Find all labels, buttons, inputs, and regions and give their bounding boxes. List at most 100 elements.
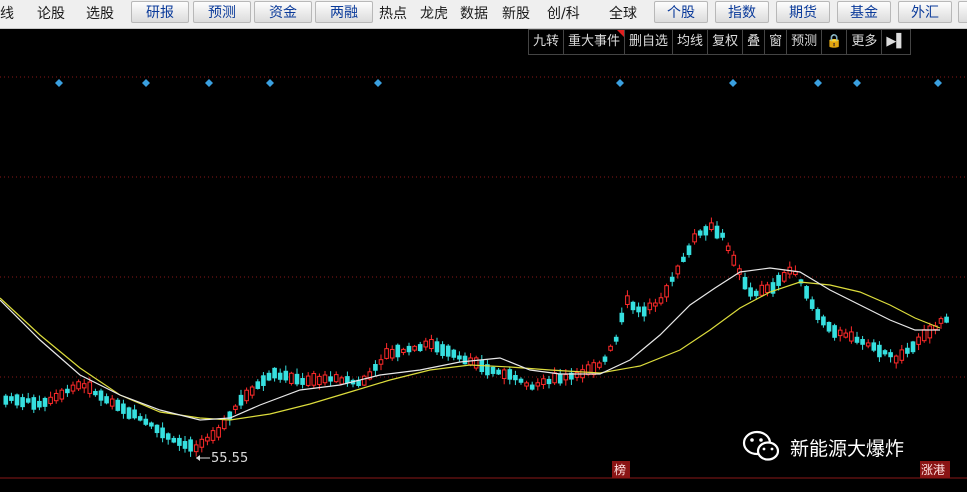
kline-chart[interactable]: 55.55 榜 涨港 — [0, 54, 967, 492]
toolbar-link-kline[interactable]: 线 — [0, 0, 14, 28]
candle — [373, 364, 378, 371]
toolbar-link-stock-picker[interactable]: 选股 — [86, 0, 114, 28]
candle — [42, 397, 48, 407]
toolbar-link-growth-star[interactable]: 创/科 — [547, 0, 580, 28]
lock-button[interactable]: 🔒 — [822, 30, 848, 54]
candle — [714, 225, 720, 239]
candle — [686, 245, 692, 256]
toolbar-link-dragon-tiger[interactable]: 龙虎 — [420, 0, 448, 28]
candle — [37, 400, 42, 408]
chart-tool-major-events[interactable]: 重大事件 — [564, 30, 626, 54]
candle — [317, 375, 322, 386]
lock-icon: 🔒 — [826, 34, 843, 49]
badge-zhanggang[interactable]: 涨港 — [920, 461, 950, 478]
candle — [457, 355, 462, 360]
candle — [597, 362, 602, 368]
event-diamond-icon[interactable] — [934, 79, 942, 87]
candle — [9, 396, 14, 401]
candle — [748, 287, 753, 297]
candle — [815, 309, 821, 320]
chart-tool-label: 叠 — [747, 34, 761, 49]
candle — [328, 376, 333, 382]
candle — [742, 276, 748, 290]
candle — [888, 352, 893, 358]
chart-tool-remove-watchlist[interactable]: 删自选 — [625, 30, 674, 54]
event-diamond-icon[interactable] — [729, 79, 737, 87]
event-diamond-icon[interactable] — [266, 79, 274, 87]
candle — [658, 297, 664, 304]
toolbar-button-margin[interactable]: 两融 — [315, 1, 373, 23]
event-diamond-icon[interactable] — [55, 79, 63, 87]
watermark-text: 新能源大爆炸 — [790, 439, 905, 460]
toolbar-button-futures[interactable]: 期货 — [776, 1, 830, 23]
collapse-panel-button[interactable]: ▶▌ — [882, 30, 912, 54]
candle — [289, 372, 294, 384]
toolbar-link-forum[interactable]: 论股 — [37, 0, 65, 28]
toolbar-button-stock[interactable]: 个股 — [654, 1, 708, 23]
candle — [563, 374, 569, 381]
candle — [70, 384, 76, 392]
active-marker-icon — [617, 30, 625, 37]
chart-tool-adjust[interactable]: 复权 — [708, 30, 744, 54]
badge-text: 涨港 — [921, 462, 945, 477]
toolbar-button-fund[interactable]: 基金 — [837, 1, 891, 23]
chart-tool-nine-turn[interactable]: 九转 — [529, 30, 565, 54]
candle — [53, 392, 59, 402]
candle — [305, 375, 311, 386]
candle — [188, 439, 193, 452]
candle — [944, 316, 949, 323]
toolbar-link-hotspot[interactable]: 热点 — [379, 0, 407, 28]
chart-tool-window[interactable]: 窗 — [765, 30, 788, 54]
toolbar-button-forecast[interactable]: 预测 — [193, 1, 251, 23]
chart-tool-label: 窗 — [769, 34, 783, 49]
candle — [653, 302, 658, 307]
candle — [177, 437, 182, 446]
event-diamond-icon[interactable] — [616, 79, 624, 87]
toolbar-button-research[interactable]: 研报 — [131, 1, 189, 23]
candle — [613, 336, 619, 342]
candle — [20, 397, 25, 408]
candle — [938, 318, 944, 324]
candle — [899, 349, 905, 361]
candle — [619, 312, 625, 323]
chart-tool-overlay[interactable]: 叠 — [743, 30, 766, 54]
chart-tool-label: 九转 — [533, 34, 560, 49]
toolbar-button-overflow[interactable] — [958, 1, 967, 23]
candle — [76, 381, 81, 390]
toolbar-button-funds[interactable]: 资金 — [254, 1, 312, 23]
candle — [496, 369, 501, 375]
chart-tool-more[interactable]: 更多 — [847, 30, 883, 54]
chart-tool-forecast[interactable]: 预测 — [787, 30, 823, 54]
toolbar-link-data[interactable]: 数据 — [460, 0, 488, 28]
candle — [462, 355, 468, 365]
candle — [333, 374, 339, 383]
candle — [221, 419, 227, 430]
event-diamond-icon[interactable] — [814, 79, 822, 87]
candle — [636, 306, 641, 313]
candle — [143, 418, 149, 425]
candle — [776, 274, 781, 286]
candle — [490, 366, 496, 374]
chart-tool-label: 重大事件 — [568, 34, 621, 49]
event-diamond-icon[interactable] — [374, 79, 382, 87]
toolbar-link-global[interactable]: 全球 — [609, 0, 637, 28]
candle — [451, 349, 457, 358]
candle — [104, 396, 109, 404]
candle — [669, 276, 675, 282]
candle — [182, 441, 188, 449]
candle — [395, 344, 401, 358]
toolbar-button-index[interactable]: 指数 — [715, 1, 769, 23]
toolbar-link-new-stocks[interactable]: 新股 — [502, 0, 530, 28]
event-diamond-icon[interactable] — [205, 79, 213, 87]
badge-bang[interactable]: 榜 — [612, 461, 630, 478]
event-diamond-icon[interactable] — [853, 79, 861, 87]
candle — [48, 396, 53, 404]
candle — [781, 272, 787, 282]
candle — [210, 430, 216, 441]
candle — [434, 341, 440, 353]
candle — [916, 336, 921, 345]
event-diamond-icon[interactable] — [142, 79, 150, 87]
candle — [423, 340, 429, 348]
chart-tool-moving-average[interactable]: 均线 — [673, 30, 709, 54]
toolbar-button-forex[interactable]: 外汇 — [898, 1, 952, 23]
